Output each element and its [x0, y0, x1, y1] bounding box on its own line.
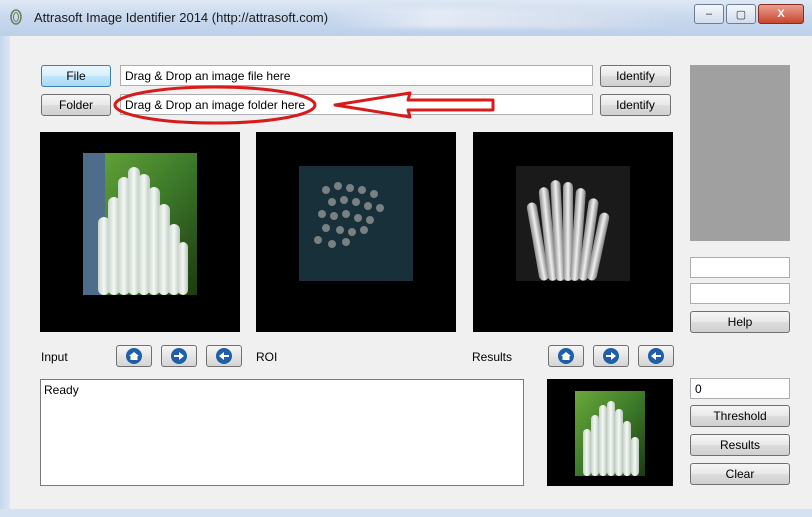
- folder-input[interactable]: Drag & Drop an image folder here: [120, 94, 593, 115]
- result-thumbnail: [575, 391, 645, 476]
- results-image-panel: [473, 132, 673, 332]
- folder-button[interactable]: Folder: [41, 94, 111, 116]
- preview-box: [690, 65, 790, 241]
- results-prev-button[interactable]: [638, 345, 674, 367]
- identify-file-button[interactable]: Identify: [600, 65, 671, 87]
- roi-image: [299, 166, 413, 281]
- help-button[interactable]: Help: [690, 311, 790, 333]
- arrow-right-icon: [171, 348, 187, 364]
- input-image-panel: [40, 132, 240, 332]
- status-log[interactable]: Ready: [40, 379, 524, 486]
- roi-image-panel: [256, 132, 456, 332]
- results-label: Results: [472, 350, 513, 364]
- blurred-background: [330, 8, 680, 28]
- window-title: Attrasoft Image Identifier 2014 (http://…: [34, 10, 329, 25]
- results-home-button[interactable]: [548, 345, 584, 367]
- roi-label: ROI: [256, 350, 278, 364]
- window-frame-left: [0, 36, 10, 517]
- results-next-button[interactable]: [593, 345, 629, 367]
- window-frame-bottom: [0, 509, 812, 517]
- file-input[interactable]: Drag & Drop an image file here: [120, 65, 593, 86]
- input-prev-button[interactable]: [206, 345, 242, 367]
- threshold-button[interactable]: Threshold: [690, 405, 790, 427]
- results-image: [516, 166, 630, 281]
- side-field-1[interactable]: [690, 257, 790, 278]
- input-home-button[interactable]: [116, 345, 152, 367]
- app-icon: [10, 9, 22, 25]
- arrow-right-icon: [603, 348, 619, 364]
- result-thumbnail-panel: [547, 379, 673, 486]
- window-controls: – ▢ X: [694, 4, 804, 24]
- file-button[interactable]: File: [41, 65, 111, 87]
- maximize-button[interactable]: ▢: [726, 4, 756, 24]
- arrow-left-icon: [216, 348, 232, 364]
- results-button[interactable]: Results: [690, 434, 790, 456]
- close-button[interactable]: X: [758, 4, 804, 24]
- side-field-2[interactable]: [690, 283, 790, 304]
- clear-button[interactable]: Clear: [690, 463, 790, 485]
- threshold-input[interactable]: 0: [690, 378, 790, 399]
- input-label: Input: [41, 350, 68, 364]
- input-next-button[interactable]: [161, 345, 197, 367]
- home-icon: [126, 348, 142, 364]
- arrow-left-icon: [648, 348, 664, 364]
- minimize-button[interactable]: –: [694, 4, 724, 24]
- title-bar: Attrasoft Image Identifier 2014 (http://…: [0, 0, 812, 37]
- identify-folder-button[interactable]: Identify: [600, 94, 671, 116]
- client-area: File Drag & Drop an image file here Iden…: [10, 36, 812, 509]
- input-image: [83, 153, 197, 295]
- home-icon: [558, 348, 574, 364]
